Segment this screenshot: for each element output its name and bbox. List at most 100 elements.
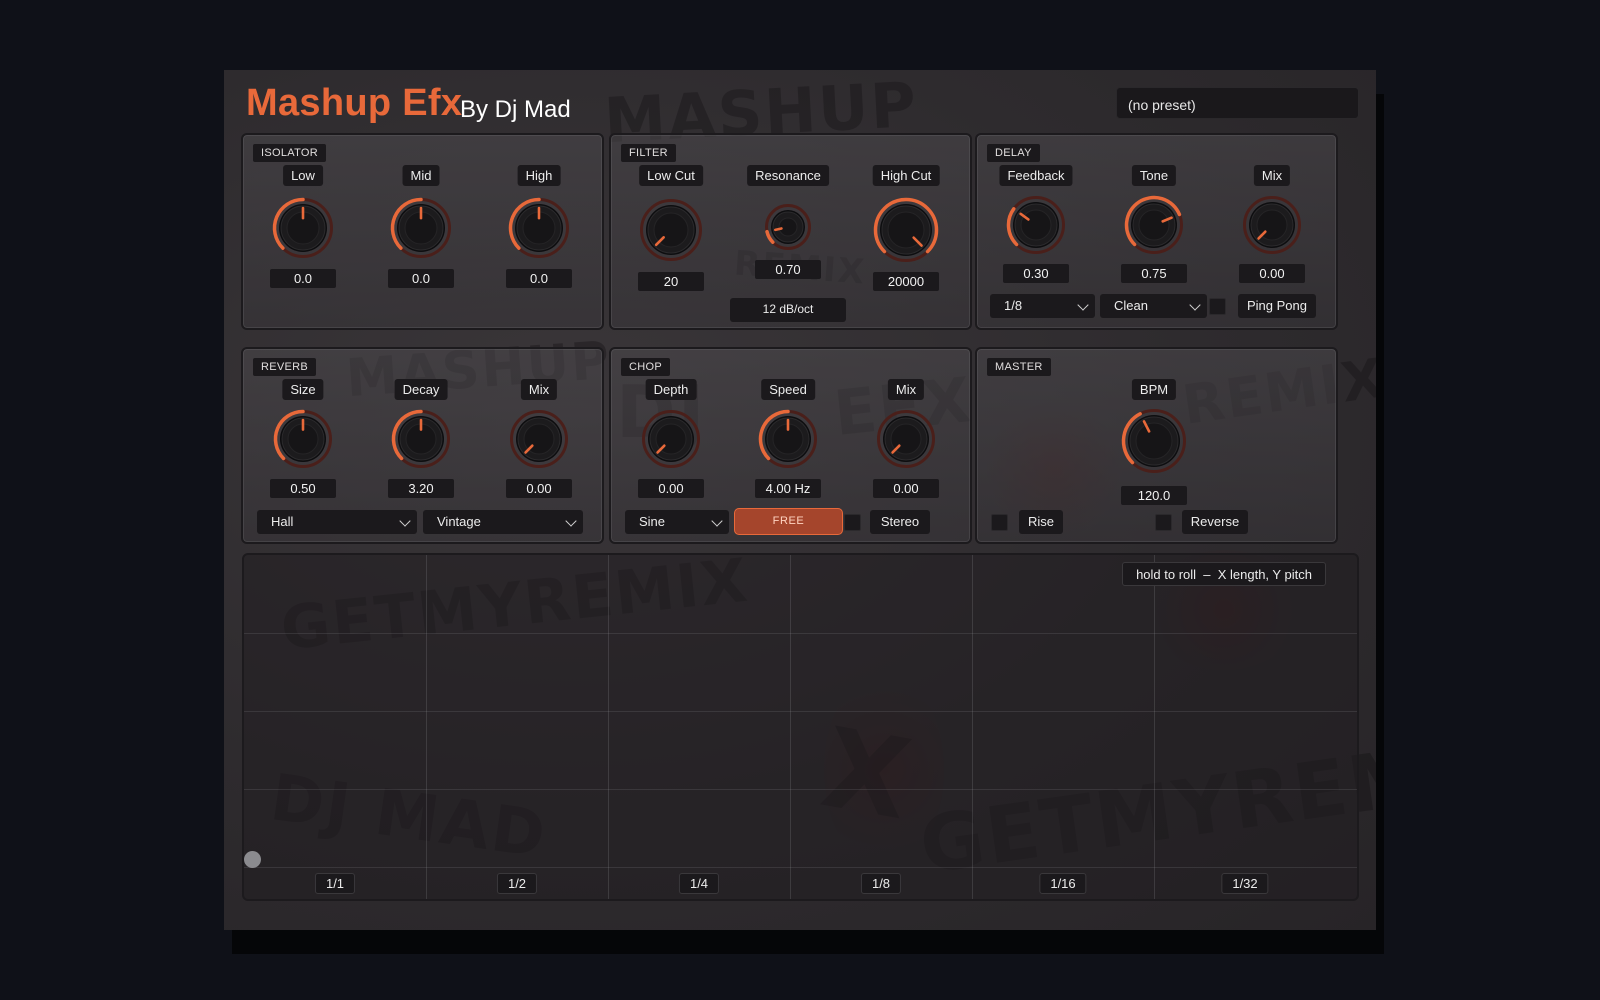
pingpong-label[interactable]: Ping Pong <box>1238 294 1316 318</box>
slope-selector[interactable]: 12 dB/oct <box>730 298 846 322</box>
knob-label: Mix <box>887 379 925 400</box>
panel-title: REVERB <box>253 358 317 376</box>
knob-label: High <box>517 165 561 186</box>
knob-value: 0.0 <box>506 269 572 288</box>
dropdown-value: Hall <box>271 514 294 529</box>
preset-selector[interactable]: (no preset) <box>1116 87 1359 119</box>
grid-line <box>972 555 973 899</box>
knob-value: 20 <box>638 272 704 291</box>
knob-label: Feedback <box>999 165 1073 186</box>
reverse-label[interactable]: Reverse <box>1182 510 1248 534</box>
knob-label: Resonance <box>747 165 829 186</box>
depth-knob[interactable] <box>636 404 706 474</box>
rise-checkbox[interactable] <box>991 514 1008 531</box>
knob-value: 0.70 <box>755 260 821 279</box>
mid-knob[interactable] <box>385 192 457 264</box>
knob-label: Tone <box>1131 165 1177 186</box>
stereo-checkbox[interactable] <box>844 514 861 531</box>
chop-mix-knob[interactable] <box>871 404 941 474</box>
knob-value: 4.00 Hz <box>755 479 821 498</box>
division-label-1-1[interactable]: 1/1 <box>314 873 356 894</box>
chevron-down-icon <box>565 515 577 527</box>
knob-label: Mix <box>520 379 558 400</box>
knob-value: 0.00 <box>506 479 572 498</box>
chevron-down-icon <box>711 515 723 527</box>
rise-label[interactable]: Rise <box>1019 510 1063 534</box>
free-sync-button[interactable]: FREE <box>734 508 843 535</box>
grid-line <box>244 633 1357 634</box>
division-label-1-4[interactable]: 1/4 <box>678 873 720 894</box>
knob-value: 0.75 <box>1121 264 1187 283</box>
knob-label: BPM <box>1131 379 1177 400</box>
knob-label: Mix <box>1253 165 1291 186</box>
decay-knob[interactable] <box>386 404 456 474</box>
chop-shape-dropdown[interactable]: Sine <box>625 510 729 534</box>
knob-value: 0.0 <box>270 269 336 288</box>
reverb-panel: REVERB Size 0.50 Decay 3.20 Mix 0.00 Hal… <box>241 347 604 544</box>
bpm-knob[interactable] <box>1116 403 1192 479</box>
reverse-checkbox[interactable] <box>1155 514 1172 531</box>
division-label-1-8[interactable]: 1/8 <box>860 873 902 894</box>
grid-line <box>790 555 791 899</box>
knob-label: High Cut <box>872 165 940 186</box>
high-knob[interactable] <box>503 192 575 264</box>
knob-label: Decay <box>394 379 448 400</box>
grid-line <box>244 711 1357 712</box>
chevron-down-icon <box>1189 299 1201 311</box>
roll-xy-pad[interactable]: hold to roll – X length, Y pitch 1/1 1/2… <box>242 553 1359 901</box>
delay-panel: DELAY Feedback 0.30 Tone 0.75 Mix 0.00 1… <box>975 133 1338 330</box>
grid-line <box>426 555 427 899</box>
knob-value: 0.50 <box>270 479 336 498</box>
reverb-mix-knob[interactable] <box>504 404 574 474</box>
app-subtitle: By Dj Mad <box>460 96 571 123</box>
knob-value: 0.00 <box>873 479 939 498</box>
pingpong-checkbox[interactable] <box>1209 298 1226 315</box>
dropdown-value: Vintage <box>437 514 481 529</box>
dropdown-value: 1/8 <box>1004 298 1023 313</box>
isolator-panel: ISOLATOR Low 0.0 Mid 0.0 High 0.0 <box>241 133 604 330</box>
tone-knob[interactable] <box>1119 190 1189 260</box>
knob-value: 120.0 <box>1121 486 1187 505</box>
roll-pad-handle[interactable] <box>244 851 261 868</box>
knob-label: Low <box>283 165 323 186</box>
knob-value: 0.0 <box>388 269 454 288</box>
feedback-knob[interactable] <box>1001 190 1071 260</box>
roll-hint: hold to roll – X length, Y pitch <box>1122 562 1326 586</box>
chop-panel: CHOP Depth 0.00 Speed 4.00 Hz Mix 0.00 S… <box>609 347 972 544</box>
panel-title: DELAY <box>987 144 1040 162</box>
delay-mix-knob[interactable] <box>1237 190 1307 260</box>
dropdown-value: Clean <box>1114 298 1148 313</box>
size-knob[interactable] <box>268 404 338 474</box>
knob-value: 20000 <box>873 272 939 291</box>
knob-value: 0.30 <box>1003 264 1069 283</box>
low-cut-knob[interactable] <box>634 193 708 267</box>
panel-title: MASTER <box>987 358 1051 376</box>
reverb-type-dropdown[interactable]: Hall <box>257 510 417 534</box>
speed-knob[interactable] <box>753 404 823 474</box>
low-knob[interactable] <box>267 192 339 264</box>
dropdown-value: Sine <box>639 514 666 529</box>
grid-line <box>608 555 609 899</box>
division-label-1-32[interactable]: 1/32 <box>1221 873 1269 894</box>
app-title: Mashup Efx <box>246 82 463 124</box>
knob-value: 3.20 <box>388 479 454 498</box>
filter-panel: FILTER Low Cut 20 Resonance 0.70 High Cu… <box>609 133 972 330</box>
reverb-character-dropdown[interactable]: Vintage <box>423 510 583 534</box>
grid-line <box>1154 555 1155 899</box>
division-label-1-2[interactable]: 1/2 <box>496 873 538 894</box>
plugin-window: MASHUP REMIX MASHUP DJ EFX REMIX GETMYRE… <box>224 70 1376 930</box>
panel-title: ISOLATOR <box>253 144 327 162</box>
knob-label: Low Cut <box>639 165 703 186</box>
division-label-1-16[interactable]: 1/16 <box>1039 873 1087 894</box>
master-panel: MASTER BPM 120.0 Rise Reverse <box>975 347 1338 544</box>
grid-line <box>244 789 1357 790</box>
panel-title: CHOP <box>621 358 670 376</box>
resonance-knob[interactable] <box>759 198 817 256</box>
grid-line <box>244 867 1357 868</box>
chevron-down-icon <box>1077 299 1089 311</box>
delay-time-dropdown[interactable]: 1/8 <box>990 294 1095 318</box>
stereo-label[interactable]: Stereo <box>870 510 930 534</box>
chevron-down-icon <box>399 515 411 527</box>
delay-mode-dropdown[interactable]: Clean <box>1100 294 1207 318</box>
high-cut-knob[interactable] <box>868 192 944 268</box>
